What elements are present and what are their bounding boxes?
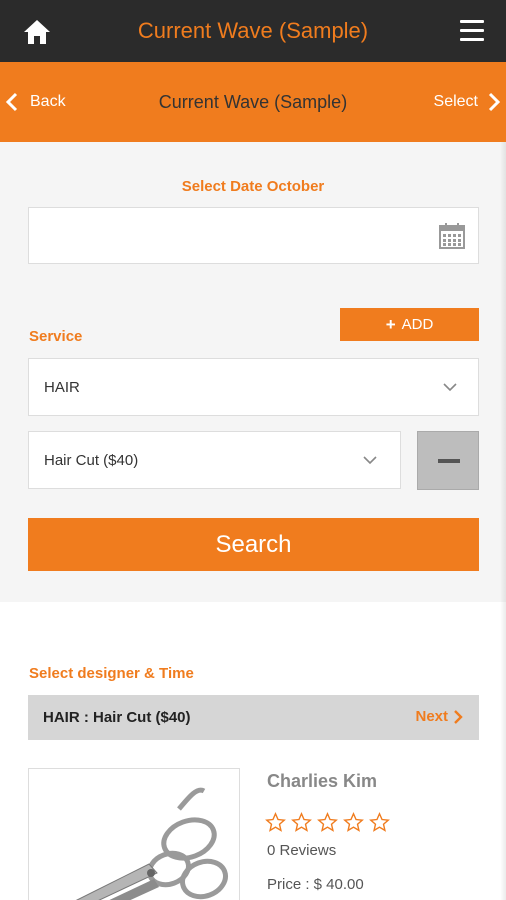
service-label: Service — [29, 328, 83, 345]
service-item-select[interactable]: Hair Cut ($40) — [28, 431, 401, 489]
star-outline-icon — [343, 812, 364, 832]
edge-shadow — [500, 142, 506, 900]
star-outline-icon — [291, 812, 312, 832]
star-outline-icon — [369, 812, 390, 832]
price-text: Price : $ 40.00 — [267, 876, 364, 893]
date-input[interactable] — [28, 207, 479, 264]
star-outline-icon — [317, 812, 338, 832]
plus-icon: + — [385, 314, 396, 334]
add-label: ADD — [401, 316, 434, 333]
navigation-bar: Back Current Wave (Sample) Select — [0, 62, 506, 142]
chevron-down-icon — [443, 383, 457, 392]
select-label: Select — [433, 93, 478, 110]
service-category-select[interactable]: HAIR — [28, 358, 479, 416]
booking-form: Select Date October Service + ADD HAIR H… — [0, 142, 506, 602]
app-title: Current Wave (Sample) — [137, 18, 369, 43]
designer-section-label: Select designer & Time — [29, 665, 194, 682]
selected-service-bar: HAIR : Hair Cut ($40) Next — [28, 695, 479, 740]
service-category-value: HAIR — [44, 379, 80, 396]
minus-icon — [438, 459, 460, 463]
app-header: Current Wave (Sample) — [0, 0, 506, 62]
add-service-button[interactable]: + ADD — [340, 308, 479, 341]
star-outline-icon — [265, 812, 286, 832]
date-label: Select Date October — [181, 178, 325, 195]
next-label: Next — [415, 708, 448, 725]
next-button[interactable]: Next — [415, 708, 463, 725]
remove-service-button[interactable] — [417, 431, 479, 490]
review-count: 0 Reviews — [267, 842, 337, 859]
designer-name[interactable]: Charlies Kim — [267, 771, 377, 792]
scissors-icon — [75, 787, 228, 900]
rating-stars — [265, 812, 390, 833]
chevron-right-icon — [488, 92, 501, 112]
selected-service-text: HAIR : Hair Cut ($40) — [43, 709, 191, 726]
search-button[interactable]: Search — [28, 518, 479, 571]
page-title: Current Wave (Sample) — [158, 92, 348, 112]
chevron-right-icon — [454, 709, 463, 724]
calendar-icon[interactable] — [438, 222, 466, 250]
hamburger-menu-icon[interactable] — [460, 20, 484, 42]
service-item-value: Hair Cut ($40) — [44, 452, 139, 469]
select-button[interactable]: Select — [434, 88, 506, 116]
designer-photo[interactable] — [28, 768, 240, 900]
chevron-down-icon — [363, 456, 377, 465]
